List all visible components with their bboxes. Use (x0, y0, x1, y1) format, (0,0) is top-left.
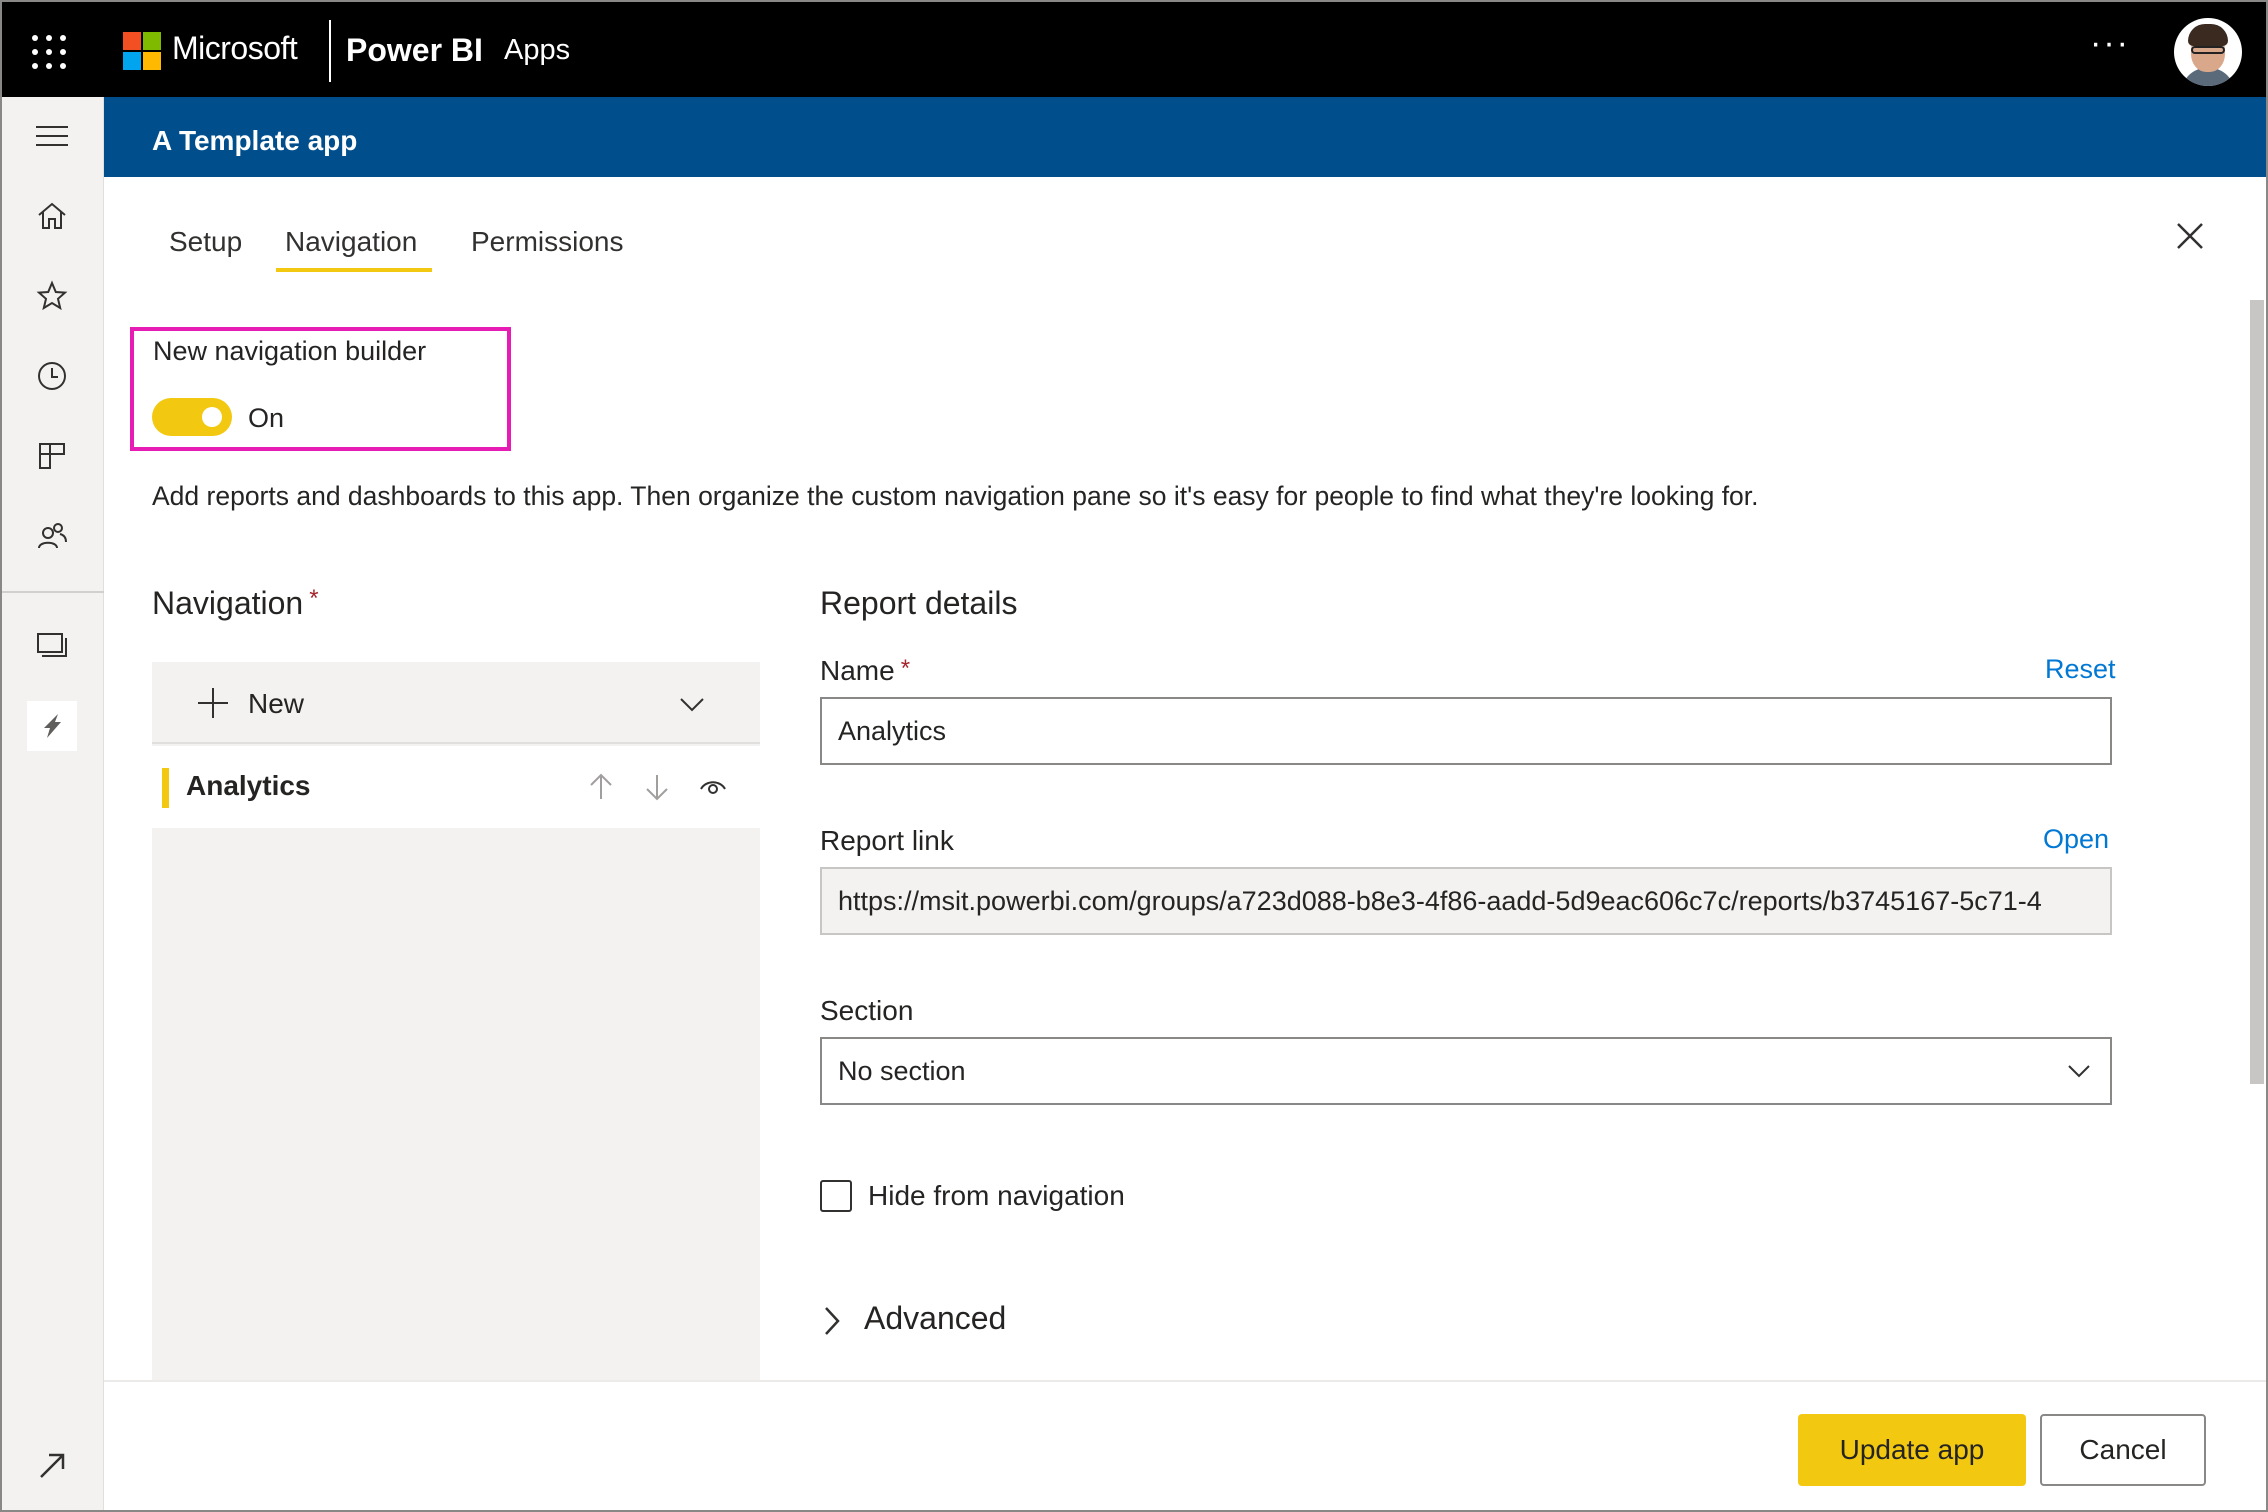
move-down-icon[interactable] (642, 772, 672, 802)
recent-clock-icon[interactable] (27, 351, 77, 401)
description-text: Add reports and dashboards to this app. … (152, 481, 1759, 511)
breadcrumb-apps[interactable]: Apps (504, 34, 570, 67)
new-nav-builder-label: New navigation builder (153, 336, 427, 366)
tab-navigation[interactable]: Navigation (285, 226, 417, 258)
scrollbar-thumb[interactable] (2250, 300, 2264, 1084)
brand-product[interactable]: Power BI (346, 32, 483, 69)
active-tab-indicator (276, 268, 432, 272)
footer-divider (104, 1380, 2266, 1382)
update-app-button[interactable]: Update app (1798, 1414, 2026, 1486)
apps-icon[interactable] (27, 431, 77, 481)
hamburger-icon[interactable] (27, 111, 77, 161)
name-label: Name * (820, 655, 911, 686)
open-link[interactable]: Open (2043, 824, 2109, 855)
rail-divider (2, 591, 104, 593)
favorites-star-icon[interactable] (27, 271, 77, 321)
more-options-icon[interactable]: ··· (2090, 24, 2130, 63)
chevron-down-icon[interactable] (678, 690, 706, 718)
section-label: Section (820, 995, 914, 1026)
close-icon[interactable] (2172, 218, 2208, 254)
report-link-field[interactable]: https://msit.powerbi.com/groups/a723d088… (820, 867, 2112, 935)
workspaces-icon[interactable] (27, 621, 77, 671)
new-nav-builder-toggle[interactable] (152, 398, 232, 436)
brand-divider (329, 20, 331, 82)
home-icon[interactable] (27, 191, 77, 241)
move-up-icon[interactable] (586, 772, 616, 802)
report-details-heading: Report details (820, 585, 1018, 621)
avatar[interactable] (2174, 18, 2242, 86)
left-nav-rail (2, 97, 104, 1510)
top-bar: Microsoft Power BI Apps ··· (2, 2, 2266, 97)
new-label: New (248, 688, 305, 719)
app-header: A Template app (104, 97, 2266, 177)
microsoft-logo-icon (123, 32, 161, 70)
plus-icon (196, 686, 230, 720)
new-item-button[interactable]: New (152, 662, 760, 744)
app-launcher-icon[interactable] (32, 35, 66, 69)
visibility-eye-icon[interactable] (698, 772, 728, 802)
report-link-label: Report link (820, 825, 954, 856)
nav-item-label: Analytics (186, 770, 311, 801)
nav-item-analytics[interactable]: Analytics (152, 746, 760, 828)
brand-company: Microsoft (172, 30, 298, 66)
name-input[interactable]: Analytics (820, 697, 2112, 765)
advanced-toggle[interactable]: Advanced (864, 1300, 1006, 1337)
shared-with-me-icon[interactable] (27, 511, 77, 561)
tab-permissions[interactable]: Permissions (471, 226, 623, 258)
navigation-heading: Navigation * (152, 585, 319, 621)
current-workspace-icon[interactable] (27, 701, 77, 751)
chevron-right-icon[interactable] (818, 1304, 846, 1338)
cancel-button[interactable]: Cancel (2040, 1414, 2206, 1486)
selected-indicator (162, 768, 169, 808)
toggle-state-label: On (248, 403, 285, 433)
expand-arrow-icon[interactable] (27, 1441, 77, 1491)
app-title: A Template app (152, 125, 358, 156)
hide-from-navigation-checkbox[interactable] (820, 1180, 852, 1212)
hide-from-navigation-label: Hide from navigation (868, 1180, 1125, 1211)
tab-setup[interactable]: Setup (169, 226, 242, 258)
reset-link[interactable]: Reset (2045, 654, 2116, 685)
chevron-down-icon[interactable] (2064, 1056, 2094, 1086)
section-select[interactable]: No section (820, 1037, 2112, 1105)
navigation-panel: New Analytics (152, 662, 760, 1380)
